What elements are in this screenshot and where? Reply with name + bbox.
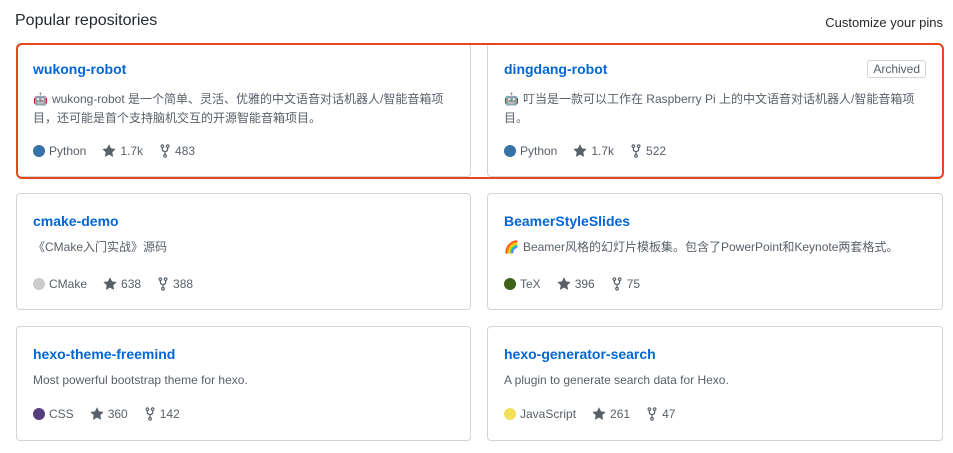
- language-color-dot: [33, 408, 45, 420]
- language: Python: [504, 144, 557, 158]
- repo-card-hexo-theme-freemind: hexo-theme-freemind Most powerful bootst…: [16, 326, 471, 441]
- archived-badge: Archived: [867, 60, 926, 78]
- repo-link[interactable]: wukong-robot: [33, 61, 126, 77]
- star-icon: [102, 144, 116, 158]
- repo-meta: CMake 638 388: [33, 277, 209, 291]
- robot-emoji-icon: 🤖: [33, 92, 48, 106]
- repo-meta: JavaScript 261 47: [504, 407, 691, 421]
- fork-icon: [159, 144, 171, 158]
- stars-link[interactable]: 261: [592, 407, 630, 421]
- robot-emoji-icon: 🤖: [504, 92, 519, 106]
- fork-icon: [630, 144, 642, 158]
- star-icon: [573, 144, 587, 158]
- forks-link[interactable]: 483: [159, 144, 195, 158]
- fork-icon: [144, 407, 156, 421]
- fork-icon: [611, 277, 623, 291]
- repo-link[interactable]: BeamerStyleSlides: [504, 213, 630, 229]
- star-icon: [103, 277, 117, 291]
- forks-link[interactable]: 388: [157, 277, 193, 291]
- star-icon: [592, 407, 606, 421]
- stars-link[interactable]: 1.7k: [102, 144, 143, 158]
- repo-card-cmake-demo: cmake-demo 《CMake入门实战》源码 CMake 638 388: [16, 193, 471, 310]
- repo-description: 《CMake入门实战》源码: [33, 240, 168, 254]
- header: Popular repositories Customize your pins: [15, 12, 943, 36]
- forks-link[interactable]: 47: [646, 407, 675, 421]
- repo-description: 🌈 Beamer风格的幻灯片模板集。包含了PowerPoint和Keynote两套…: [504, 238, 924, 257]
- language: TeX: [504, 277, 541, 291]
- language: CSS: [33, 407, 74, 421]
- repo-card-wukong-robot: wukong-robot 🤖 wukong-robot 是一个简单、灵活、优雅的中…: [16, 43, 471, 177]
- stars-link[interactable]: 638: [103, 277, 141, 291]
- rainbow-emoji-icon: 🌈: [504, 240, 519, 254]
- star-icon: [557, 277, 571, 291]
- forks-link[interactable]: 75: [611, 277, 640, 291]
- repo-link[interactable]: hexo-theme-freemind: [33, 346, 175, 362]
- forks-link[interactable]: 142: [144, 407, 180, 421]
- language: CMake: [33, 277, 87, 291]
- fork-icon: [646, 407, 658, 421]
- language-color-dot: [33, 145, 45, 157]
- repo-description: 🤖 wukong-robot 是一个简单、灵活、优雅的中文语音对话机器人/智能音箱…: [33, 92, 444, 125]
- customize-pins-link[interactable]: Customize your pins: [825, 15, 943, 30]
- stars-link[interactable]: 360: [90, 407, 128, 421]
- stars-link[interactable]: 396: [557, 277, 595, 291]
- repo-meta: Python 1.7k 483: [33, 144, 211, 158]
- repo-link[interactable]: dingdang-robot: [504, 61, 607, 77]
- repo-description: 🤖 叮当是一款可以工作在 Raspberry Pi 上的中文语音对话机器人/智能音…: [504, 92, 915, 125]
- section-title: Popular repositories: [15, 12, 158, 29]
- language: JavaScript: [504, 407, 576, 421]
- repo-link[interactable]: hexo-generator-search: [504, 346, 656, 362]
- forks-link[interactable]: 522: [630, 144, 666, 158]
- stars-link[interactable]: 1.7k: [573, 144, 614, 158]
- repo-meta: CSS 360 142: [33, 407, 196, 421]
- repo-description: Most powerful bootstrap theme for hexo.: [33, 373, 248, 387]
- repo-description: A plugin to generate search data for Hex…: [504, 373, 729, 387]
- repo-link[interactable]: cmake-demo: [33, 213, 119, 229]
- fork-icon: [157, 277, 169, 291]
- star-icon: [90, 407, 104, 421]
- repo-card-hexo-generator-search: hexo-generator-search A plugin to genera…: [487, 326, 943, 441]
- repo-card-beamerstyleslides: BeamerStyleSlides 🌈 Beamer风格的幻灯片模板集。包含了Po…: [487, 193, 943, 310]
- language-color-dot: [504, 145, 516, 157]
- repo-meta: Python 1.7k 522: [504, 144, 682, 158]
- language: Python: [33, 144, 86, 158]
- language-color-dot: [33, 278, 45, 290]
- language-color-dot: [504, 278, 516, 290]
- repo-card-dingdang-robot: dingdang-robot Archived 🤖 叮当是一款可以工作在 Rasp…: [487, 43, 943, 177]
- repo-meta: TeX 396 75: [504, 277, 656, 291]
- language-color-dot: [504, 408, 516, 420]
